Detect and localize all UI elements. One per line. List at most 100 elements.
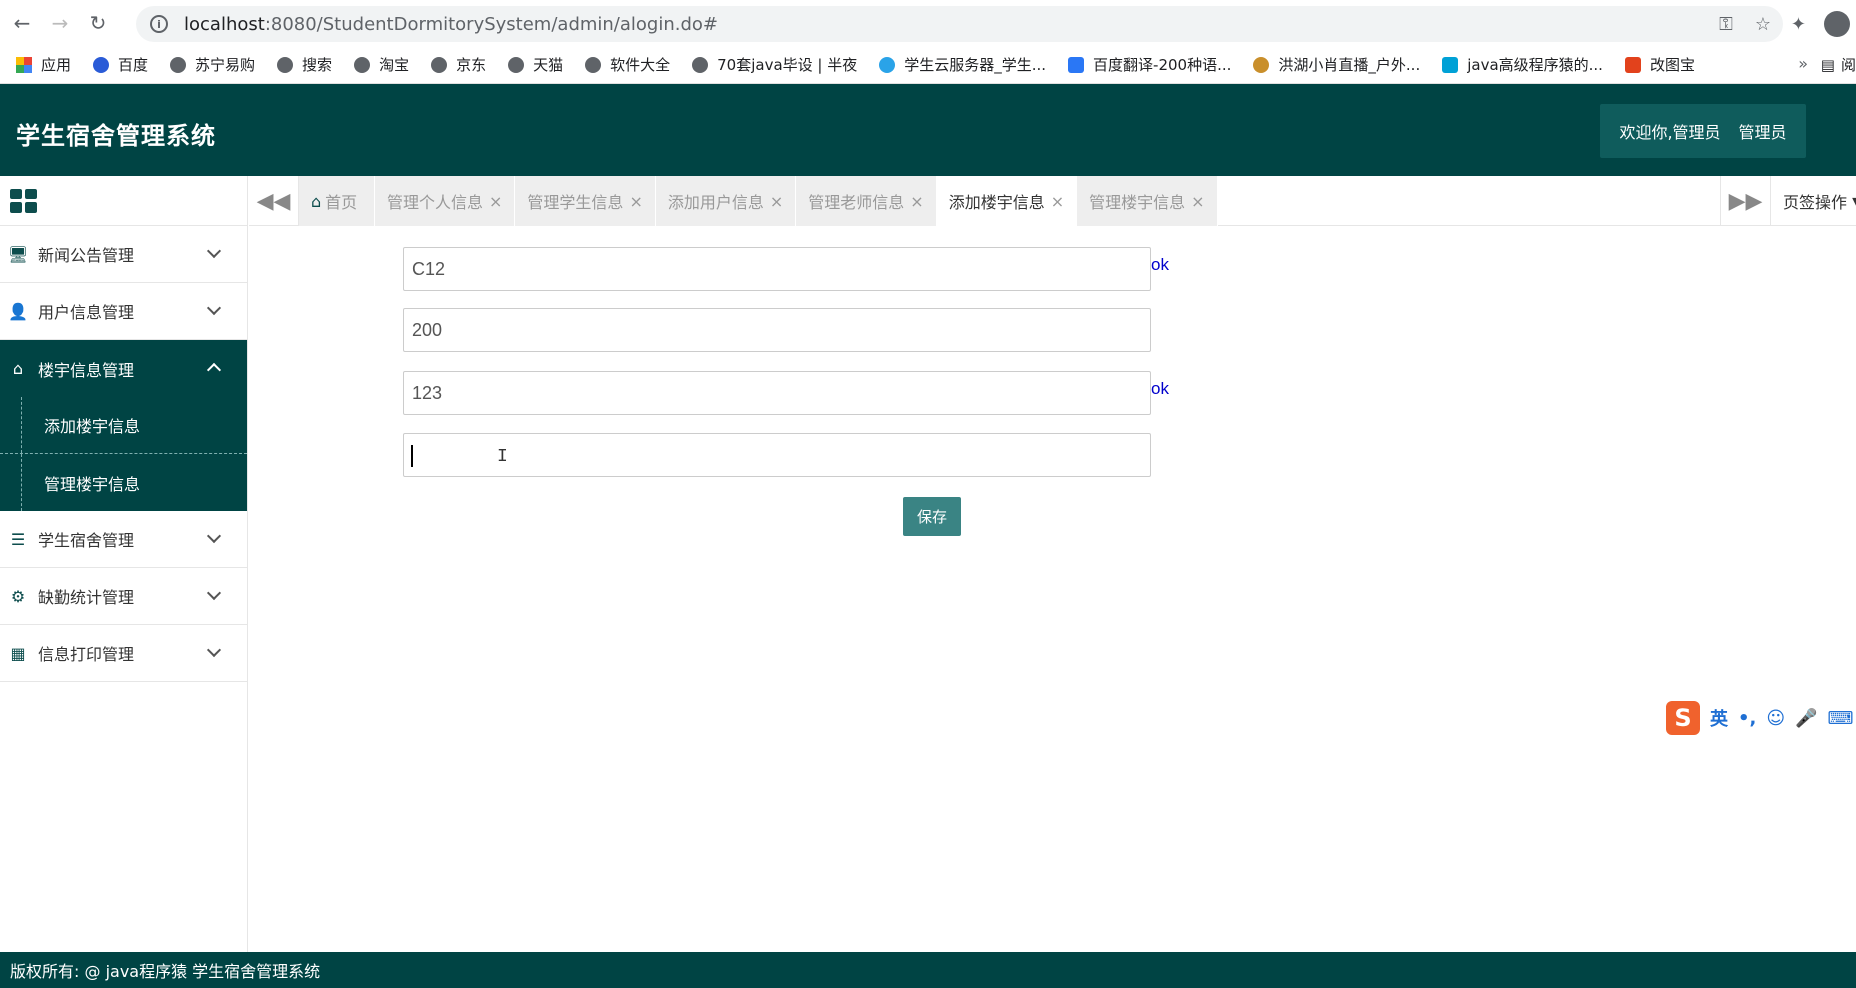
dashboard-grid-icon[interactable] (10, 188, 38, 213)
tab-label: 管理学生信息 (527, 193, 624, 212)
microphone-icon[interactable]: 🎤 (1795, 708, 1817, 729)
key-icon[interactable]: ⚿ (1719, 14, 1733, 35)
tab[interactable]: 管理个人信息 × (375, 176, 516, 226)
close-icon[interactable]: × (629, 192, 642, 211)
bookmark-item[interactable]: 软件大全 (585, 54, 670, 75)
bookmark-item[interactable]: 学生云服务器_学生... (879, 54, 1046, 75)
bookmark-label: 学生云服务器_学生... (904, 56, 1047, 74)
bookmark-item[interactable]: java高级程序猿的... (1442, 54, 1603, 75)
tab[interactable]: 添加用户信息 × (655, 176, 797, 226)
sidebar-toggle[interactable] (0, 176, 247, 226)
close-icon[interactable]: × (489, 192, 502, 211)
reading-list-button[interactable]: ▤ 阅 (1821, 54, 1856, 75)
address-bar[interactable]: i localhost:8080/StudentDormitorySystem/… (136, 6, 1783, 42)
back-arrow-icon[interactable]: ← (6, 7, 38, 39)
page-ops-dropdown[interactable]: 页签操作 ▼ (1770, 176, 1856, 226)
sidebar-menu-label: 缺勤统计管理 (38, 588, 135, 607)
bookmark-item[interactable]: 改图宝 (1624, 54, 1695, 75)
browser-toolbar: ← → ↻ i localhost:8080/StudentDormitoryS… (0, 0, 1856, 46)
chevron-down-icon (206, 642, 222, 658)
field-input[interactable] (403, 433, 1151, 477)
page-ops-label: 页签操作 (1783, 193, 1848, 212)
globe-icon (170, 56, 187, 73)
bookmark-label: 天猫 (533, 56, 564, 74)
chevron-down-icon (206, 243, 222, 259)
tab[interactable]: 管理老师信息 × (796, 176, 937, 226)
field-input[interactable] (403, 308, 1151, 352)
forward-arrow-icon[interactable]: → (44, 7, 76, 39)
bookmark-label: 百度翻译-200种语... (1093, 56, 1232, 74)
extensions-puzzle-icon[interactable]: ✦ (1791, 14, 1806, 35)
user-welcome[interactable]: 欢迎你,管理员 管理员 (1600, 104, 1806, 158)
sidebar-menu-item[interactable]: ⚙ 缺勤统计管理 (0, 568, 247, 625)
ibeam-cursor-icon: I (497, 447, 508, 467)
sidebar: 🖥 新闻公告管理 👤 用户信息管理 ⌂ 楼宇信息管理 添加楼宇信息 管理楼宇信息 ☰ 学生宿舍管理… (0, 176, 248, 952)
database-icon: ☰ (10, 529, 26, 549)
close-icon[interactable]: × (1051, 192, 1064, 211)
tab[interactable]: 添加楼宇信息 × (936, 176, 1078, 226)
tab[interactable]: 管理学生信息 × (515, 176, 656, 226)
emoji-icon[interactable]: ☺ (1766, 708, 1785, 729)
bookmark-item[interactable]: 百度翻译-200种语... (1068, 54, 1231, 75)
tab-label: 添加用户信息 (667, 193, 764, 212)
form-row: *名称:ok (249, 247, 1249, 293)
app-title: 学生宿舍管理系统 (16, 122, 216, 150)
bookmark-item[interactable]: 搜索 (277, 54, 332, 75)
tab-label: 管理个人信息 (387, 193, 484, 212)
tab[interactable]: 管理楼宇信息 × (1077, 176, 1218, 226)
keyboard-icon[interactable]: ⌨ (1828, 708, 1854, 729)
tabs-scroll-right-icon[interactable]: ▶▶ (1720, 176, 1770, 226)
bookmark-label: 改图宝 (1649, 56, 1695, 74)
ime-mode[interactable]: 英 (1710, 705, 1728, 731)
tab-label: 添加楼宇信息 (948, 193, 1045, 212)
sidebar-submenu-item[interactable]: 管理楼宇信息 (0, 454, 247, 511)
sogou-logo-icon[interactable]: S (1666, 701, 1700, 735)
bookmark-item[interactable]: 京东 (431, 54, 486, 75)
tab-label: 首页 (325, 193, 358, 212)
sidebar-submenu-item[interactable]: 添加楼宇信息 (0, 397, 247, 454)
sidebar-menu-label: 学生宿舍管理 (38, 531, 135, 550)
profile-avatar[interactable] (1824, 11, 1850, 37)
cloud-icon (879, 56, 896, 73)
user-role[interactable]: 管理员 (1739, 119, 1787, 143)
bookmark-item[interactable]: 天猫 (508, 54, 563, 75)
bookmark-label: 应用 (41, 56, 72, 74)
baidu-icon (93, 56, 110, 73)
bookmark-item[interactable]: 70套java毕设 | 半夜 (692, 54, 857, 75)
sidebar-menu-item[interactable]: ⌂ 楼宇信息管理 (0, 340, 247, 397)
field-input[interactable] (403, 371, 1151, 415)
sidebar-menu-label: 楼宇信息管理 (38, 360, 135, 380)
tab[interactable]: ⌂ 首页 (299, 176, 375, 226)
url-path: :8080/StudentDormitorySystem/admin/alogi… (264, 13, 718, 35)
sidebar-menu-item[interactable]: ▦ 信息打印管理 (0, 625, 247, 682)
sidebar-menu-label: 用户信息管理 (38, 303, 135, 322)
close-icon[interactable]: × (910, 192, 923, 211)
tab-label: 管理楼宇信息 (1089, 193, 1186, 212)
chevron-up-icon (206, 362, 222, 378)
reading-list-icon: ▤ (1820, 55, 1835, 74)
field-input[interactable] (403, 247, 1151, 291)
sidebar-menu-item[interactable]: ☰ 学生宿舍管理 (0, 511, 247, 568)
bookmark-item[interactable]: 苏宁易购 (170, 54, 255, 75)
bookmark-item[interactable]: 淘宝 (354, 54, 409, 75)
save-button[interactable]: 保存 (903, 497, 961, 536)
bookmark-item[interactable]: 应用 (16, 54, 71, 75)
tabs-scroll-left-icon[interactable]: ◀◀ (249, 176, 299, 226)
welcome-text: 欢迎你,管理员 (1619, 123, 1721, 142)
close-icon[interactable]: × (1191, 192, 1204, 211)
bookmarks-more-button[interactable]: » (1798, 54, 1808, 73)
footer: 版权所有: @ java程序猿 学生宿舍管理系统 (0, 952, 1856, 988)
globe-icon (277, 56, 294, 73)
sidebar-menu-item[interactable]: 🖥 新闻公告管理 (0, 226, 247, 283)
close-icon[interactable]: × (770, 192, 783, 211)
globe-icon (431, 56, 448, 73)
bookmark-star-icon[interactable]: ☆ (1755, 14, 1771, 35)
bookmark-item[interactable]: 洪湖小肖直播_户外... (1253, 54, 1420, 75)
site-info-icon[interactable]: i (150, 15, 168, 33)
punctuation-icon[interactable]: •, (1738, 708, 1756, 729)
bookmark-item[interactable]: 百度 (93, 54, 148, 75)
reload-icon[interactable]: ↻ (82, 7, 114, 39)
sidebar-menu-item[interactable]: 👤 用户信息管理 (0, 283, 247, 340)
chevron-down-icon (206, 300, 222, 316)
chevron-down-icon (206, 585, 222, 601)
